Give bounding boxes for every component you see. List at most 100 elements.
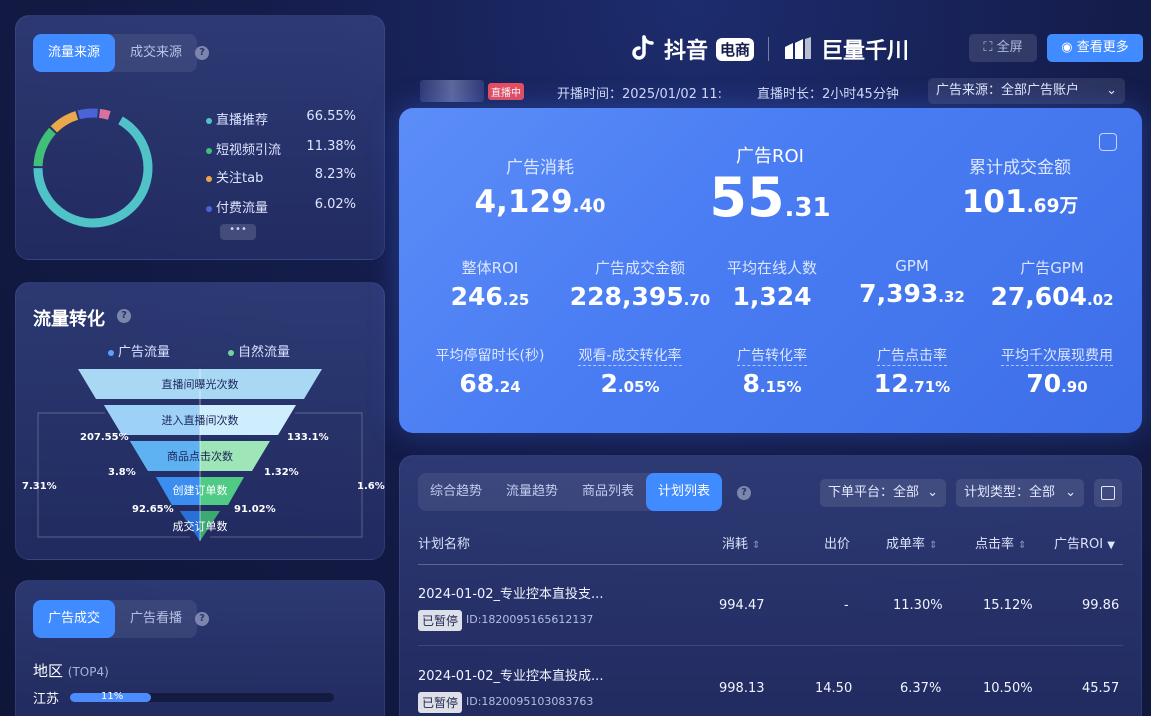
row1-order-rate: 11.30% [893,598,943,613]
help-icon[interactable]: ? [737,486,751,500]
metric-label: 平均停留时长(秒) [435,348,545,364]
funnel-label-order: 创建订单数 [173,483,228,497]
tab-ad-deal[interactable]: 广告成交 [33,600,116,638]
metric-cpm: 平均千次展现费用 70.90 [982,345,1132,398]
ad-source-select[interactable]: 广告来源：全部广告账户 ⌄ [928,78,1125,104]
metric-decimal: .25 [502,291,530,309]
pct-right-1: 133.1% [287,432,329,443]
metric-ad-roi: 广告ROI 55.31 [680,142,860,238]
col-spend[interactable]: 消耗 ⇕ [722,533,761,552]
douyin-logo-icon [632,35,654,60]
metric-gmv: 累计成交金额 101.69万 [920,153,1120,220]
metric-label: 广告ROI [736,146,804,167]
metric-decimal: .05% [617,378,660,396]
live-status-badge: 直播中 [488,83,524,100]
start-time: 开播时间：2025/01/02 11: [557,87,722,102]
row2-plan-id: ID:1820095103083763 [466,695,594,708]
row1-spend: 994.47 [719,598,765,613]
col-plan-name: 计划名称 [418,537,471,552]
ad-source-value: 广告来源：全部广告账户 [936,83,1080,98]
streamer-avatar [420,80,484,102]
row1-plan-name[interactable]: 2024-01-02_专业控本直投支... [418,583,603,602]
fullscreen-label: 全屏 [996,40,1023,55]
tab-product-list[interactable]: 商品列表 [570,473,646,511]
metric-value: 2 [600,369,618,398]
row2-roi: 45.57 [1082,681,1120,696]
col-ctr[interactable]: 点击率 ⇕ [975,533,1027,552]
pct-right-2: 1.32% [264,467,299,478]
region-pct: 11% [101,691,124,702]
chevron-down-icon: ⌄ [1065,485,1076,500]
row1-status-badge: 已暂停 [418,610,463,631]
col-ad-roi-label: 广告ROI [1054,537,1104,552]
metric-value: 12 [873,369,909,398]
metric-decimal: .40 [572,196,606,217]
pct-left-2: 3.8% [108,467,136,478]
metric-decimal: .15% [759,378,802,396]
row2-order-rate: 6.37% [900,681,942,696]
metric-decimal: .32 [938,288,965,306]
metric-label: 广告GPM [1020,259,1084,277]
row1-plan-id: ID:1820095165612137 [466,613,594,626]
metric-avg-stay: 平均停留时长(秒) 68.24 [420,345,560,398]
sort-desc-icon: ▼ [1107,540,1115,551]
col-ad-roi[interactable]: 广告ROI ▼ [1054,533,1115,552]
chevron-down-icon: ⌄ [1106,83,1117,98]
view-more-button[interactable]: ◉ 查看更多 [1047,34,1143,62]
sort-icon: ⇕ [752,540,761,551]
metric-decimal: .71% [908,378,951,396]
funnel-label-click: 商品点击次数 [167,449,233,463]
metric-value: 8 [742,369,760,398]
brand-separator [768,37,770,61]
brand-qianchuan: 巨量千川 [821,39,910,64]
tab-overall-trend[interactable]: 综合趋势 [418,473,494,511]
compare-icon[interactable] [1099,133,1117,151]
metric-value: 27,604 [990,282,1087,311]
row2-ctr: 10.50% [983,681,1033,696]
metric-label: 累计成交金额 [969,158,1071,178]
row2-spend: 998.13 [719,681,765,696]
funnel-label-exposure: 直播间曝光次数 [162,377,239,391]
fullscreen-button[interactable]: ⛶ 全屏 [969,34,1037,62]
platform-filter[interactable]: 下单平台：全部 ⌄ [820,479,946,507]
metric-value: 70 [1026,369,1062,398]
column-settings-button[interactable] [1094,479,1122,507]
pct-left-1: 207.55% [80,432,129,443]
metric-label: 平均千次展现费用 [1001,348,1113,366]
metric-label: 广告消耗 [506,158,574,178]
metric-value: 1,324 [732,282,812,311]
col-order-rate-label: 成单率 [886,537,926,552]
metric-decimal: .31 [784,193,831,223]
metric-label: 广告成交金额 [594,259,685,277]
row-divider [418,645,1123,646]
metric-value: 55 [709,166,785,229]
tab-ad-view[interactable]: 广告看播 [115,600,197,638]
row2-status-badge: 已暂停 [418,692,463,713]
funnel-label-deal: 成交订单数 [173,519,228,533]
metric-label: 广告转化率 [737,348,807,366]
metric-avg-online: 平均在线人数 1,324 [702,257,842,311]
metric-ad-spend: 广告消耗 4,129.40 [450,153,630,220]
tab-traffic-trend[interactable]: 流量趋势 [494,473,570,511]
pct-outer-right: 1.6% [357,481,385,492]
brand-ecommerce-badge: 电商 [716,37,755,61]
row1-roi: 99.86 [1082,598,1120,613]
metric-value: 228,395 [569,282,684,311]
row2-plan-name[interactable]: 2024-01-02_专业控本直投成... [418,665,603,684]
platform-filter-value: 下单平台：全部 [828,485,920,500]
metric-value: 7,393 [859,279,939,308]
metric-label: GPM [895,257,929,275]
live-duration: 直播时长：2小时45分钟 [757,87,899,102]
metric-decimal: .24 [494,378,521,396]
columns-icon [1101,486,1115,500]
metric-decimal: .90 [1061,378,1088,396]
header-divider [418,564,1123,565]
col-order-rate[interactable]: 成单率 ⇕ [886,533,938,552]
tab-plan-list[interactable]: 计划列表 [646,473,723,511]
metric-ad-gpm: 广告GPM 27,604.02 [982,257,1122,311]
plan-type-filter[interactable]: 计划类型：全部 ⌄ [956,479,1084,507]
ad-tab-group: 广告成交 广告看播 [33,600,198,638]
metric-view-deal-rate: 观看-成交转化率 2.05% [560,345,700,398]
sort-icon: ⇕ [1018,540,1027,551]
help-icon[interactable]: ? [195,612,209,626]
